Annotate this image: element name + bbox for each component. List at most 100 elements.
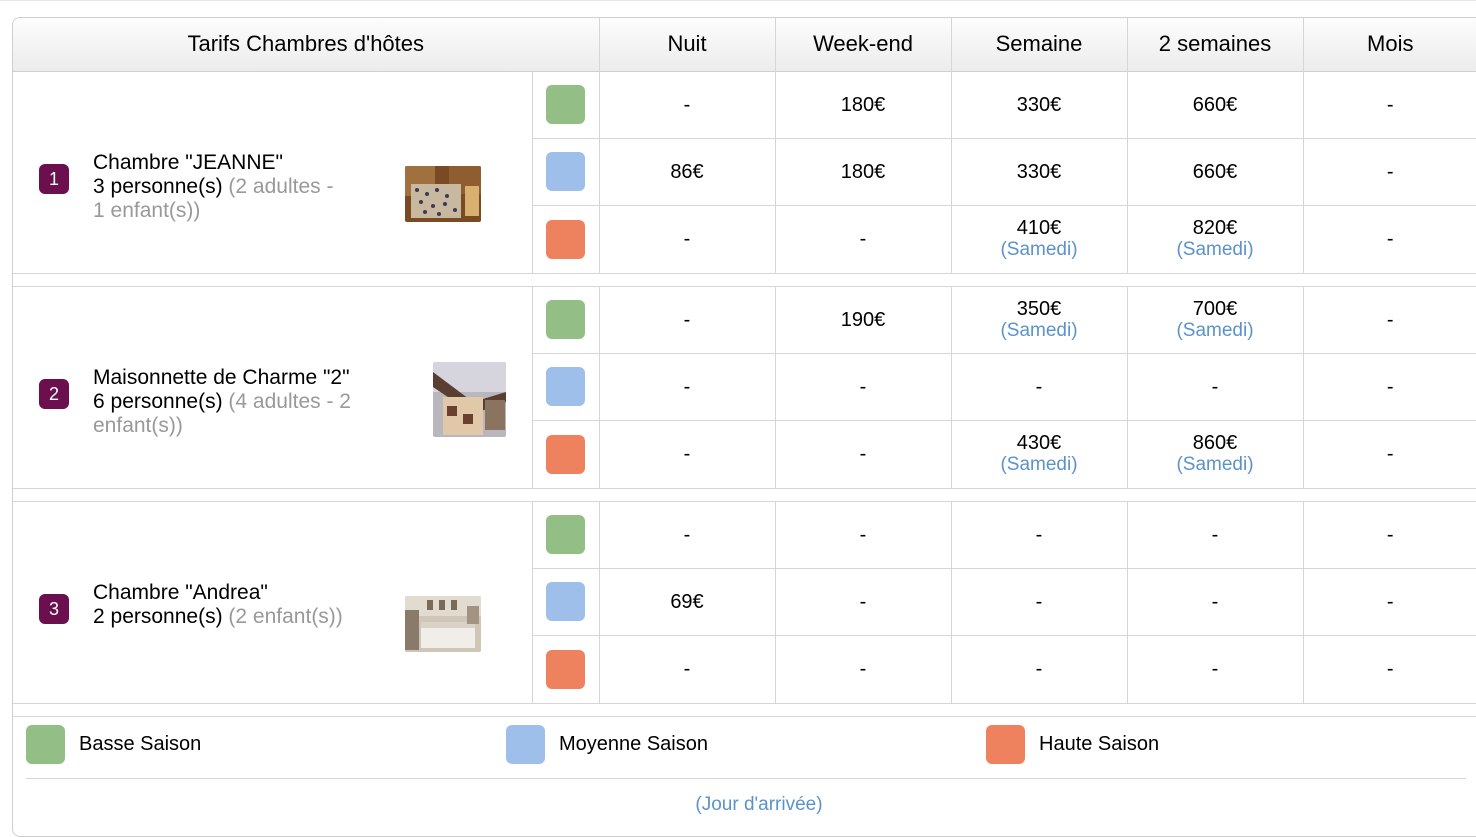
room-info-cell: 1 Chambre "JEANNE"3 personne(s) (2 adulte… [13, 71, 532, 273]
price-cell-weekend: - [775, 636, 951, 703]
room-occupancy-detail-cont: 1 enfant(s)) [93, 199, 200, 222]
price-cell-semaine: 430€(Samedi) [951, 421, 1127, 488]
legend-divider [26, 778, 1466, 779]
price-cell-semaine: - [951, 353, 1127, 420]
column-header-2-semaines: 2 semaines [1127, 18, 1303, 71]
rates-table: Tarifs Chambres d'hôtes Nuit Week-end Se… [13, 18, 1476, 717]
season-legend: Basse Saison Moyenne Saison Haute Saison… [26, 711, 1466, 837]
room-separator [13, 273, 1476, 286]
season-indicator-cell [532, 71, 599, 138]
room-info-cell: 3Chambre "Andrea"2 personne(s) (2 enfant… [13, 501, 532, 703]
price-cell-semaine: 330€ [951, 71, 1127, 138]
room-photo[interactable] [405, 596, 481, 652]
room-name[interactable]: Maisonnette de Charme "2" [93, 366, 350, 389]
price-value: - [776, 228, 951, 250]
haute-saison-swatch [986, 725, 1025, 764]
basse-saison-swatch [546, 515, 585, 554]
room-description: Maisonnette de Charme "2"6 personne(s) (… [93, 366, 351, 438]
price-value: - [600, 376, 775, 398]
room-description: Chambre "JEANNE"3 personne(s) (2 adultes… [93, 151, 333, 223]
price-value: - [600, 524, 775, 546]
arrival-day-label: (Samedi) [952, 320, 1127, 342]
price-value: - [600, 309, 775, 331]
table-row: 1Chambre "JEANNE"3 personne(s) (2 adulte… [13, 71, 1476, 138]
season-indicator-cell [532, 353, 599, 420]
price-value: - [600, 443, 775, 465]
column-header-semaine: Semaine [951, 18, 1127, 71]
price-value: - [1304, 228, 1476, 250]
room-number-badge: 2 [39, 379, 69, 409]
price-cell-2-semaines: - [1127, 353, 1303, 420]
legend-label-moyenne: Moyenne Saison [559, 733, 708, 756]
price-cell-weekend: 180€ [775, 71, 951, 138]
price-cell-weekend: - [775, 568, 951, 635]
price-value: - [1128, 524, 1303, 546]
room-photo[interactable] [433, 362, 506, 437]
price-cell-mois: - [1303, 286, 1476, 353]
moyenne-saison-swatch [546, 367, 585, 406]
price-cell-2-semaines: 660€ [1127, 138, 1303, 205]
price-cell-mois: - [1303, 71, 1476, 138]
table-title: Tarifs Chambres d'hôtes [13, 18, 599, 71]
price-cell-nuit: 86€ [599, 138, 775, 205]
arrival-day-note: (Jour d'arrivée) [26, 794, 1476, 816]
room-photo[interactable] [405, 166, 481, 222]
price-value: - [776, 591, 951, 613]
arrival-day-label: (Samedi) [952, 239, 1127, 261]
basse-saison-swatch [546, 300, 585, 339]
room-occupancy-detail: (2 adultes - [228, 175, 333, 198]
price-value: 190€ [776, 309, 951, 331]
room-info-cell: 2 Maisonnette de Charme "2"6 personne(s) … [13, 286, 532, 488]
rates-table-frame: Tarifs Chambres d'hôtes Nuit Week-end Se… [12, 17, 1476, 837]
haute-saison-swatch [546, 220, 585, 259]
price-value: - [1304, 591, 1476, 613]
room-name[interactable]: Chambre "JEANNE" [93, 151, 283, 174]
price-value: 660€ [1128, 94, 1303, 116]
column-header-mois: Mois [1303, 18, 1476, 71]
price-value: 69€ [600, 591, 775, 613]
season-indicator-cell [532, 636, 599, 703]
price-value: - [952, 658, 1127, 680]
price-cell-mois: - [1303, 421, 1476, 488]
room-occupancy-detail: (4 adultes - 2 [228, 390, 351, 413]
price-cell-weekend: - [775, 501, 951, 568]
legend-haute-saison: Haute Saison [986, 725, 1025, 764]
basse-saison-swatch [26, 725, 65, 764]
season-indicator-cell [532, 421, 599, 488]
room-capacity: 6 personne(s) [93, 390, 223, 413]
price-cell-mois: - [1303, 206, 1476, 273]
price-value: - [1128, 658, 1303, 680]
price-value: - [952, 524, 1127, 546]
price-value: 430€ [952, 432, 1127, 454]
price-cell-mois: - [1303, 636, 1476, 703]
price-value: - [1304, 309, 1476, 331]
price-cell-2-semaines: - [1127, 501, 1303, 568]
price-value: 700€ [1128, 298, 1303, 320]
season-indicator-cell [532, 206, 599, 273]
price-cell-semaine: - [951, 636, 1127, 703]
room-number-badge: 1 [39, 164, 69, 194]
price-value: - [776, 376, 951, 398]
column-header-weekend: Week-end [775, 18, 951, 71]
season-indicator-cell [532, 138, 599, 205]
price-cell-2-semaines: - [1127, 636, 1303, 703]
room-separator [13, 488, 1476, 501]
price-cell-2-semaines: 820€(Samedi) [1127, 206, 1303, 273]
separator-cell [13, 273, 1476, 286]
price-cell-nuit: - [599, 286, 775, 353]
price-cell-semaine: - [951, 501, 1127, 568]
price-value: 86€ [600, 161, 775, 183]
room-number-badge: 3 [39, 594, 69, 624]
price-value: - [1304, 376, 1476, 398]
price-cell-mois: - [1303, 501, 1476, 568]
price-cell-mois: - [1303, 568, 1476, 635]
season-indicator-cell [532, 501, 599, 568]
table-row: 2Maisonnette de Charme "2"6 personne(s) … [13, 286, 1476, 353]
arrival-day-label: (Samedi) [952, 454, 1127, 476]
arrival-day-label: (Samedi) [1128, 454, 1303, 476]
room-capacity: 3 personne(s) [93, 175, 223, 198]
separator-cell [13, 488, 1476, 501]
room-name[interactable]: Chambre "Andrea" [93, 581, 268, 604]
price-cell-mois: - [1303, 353, 1476, 420]
table-header-row: Tarifs Chambres d'hôtes Nuit Week-end Se… [13, 18, 1476, 71]
